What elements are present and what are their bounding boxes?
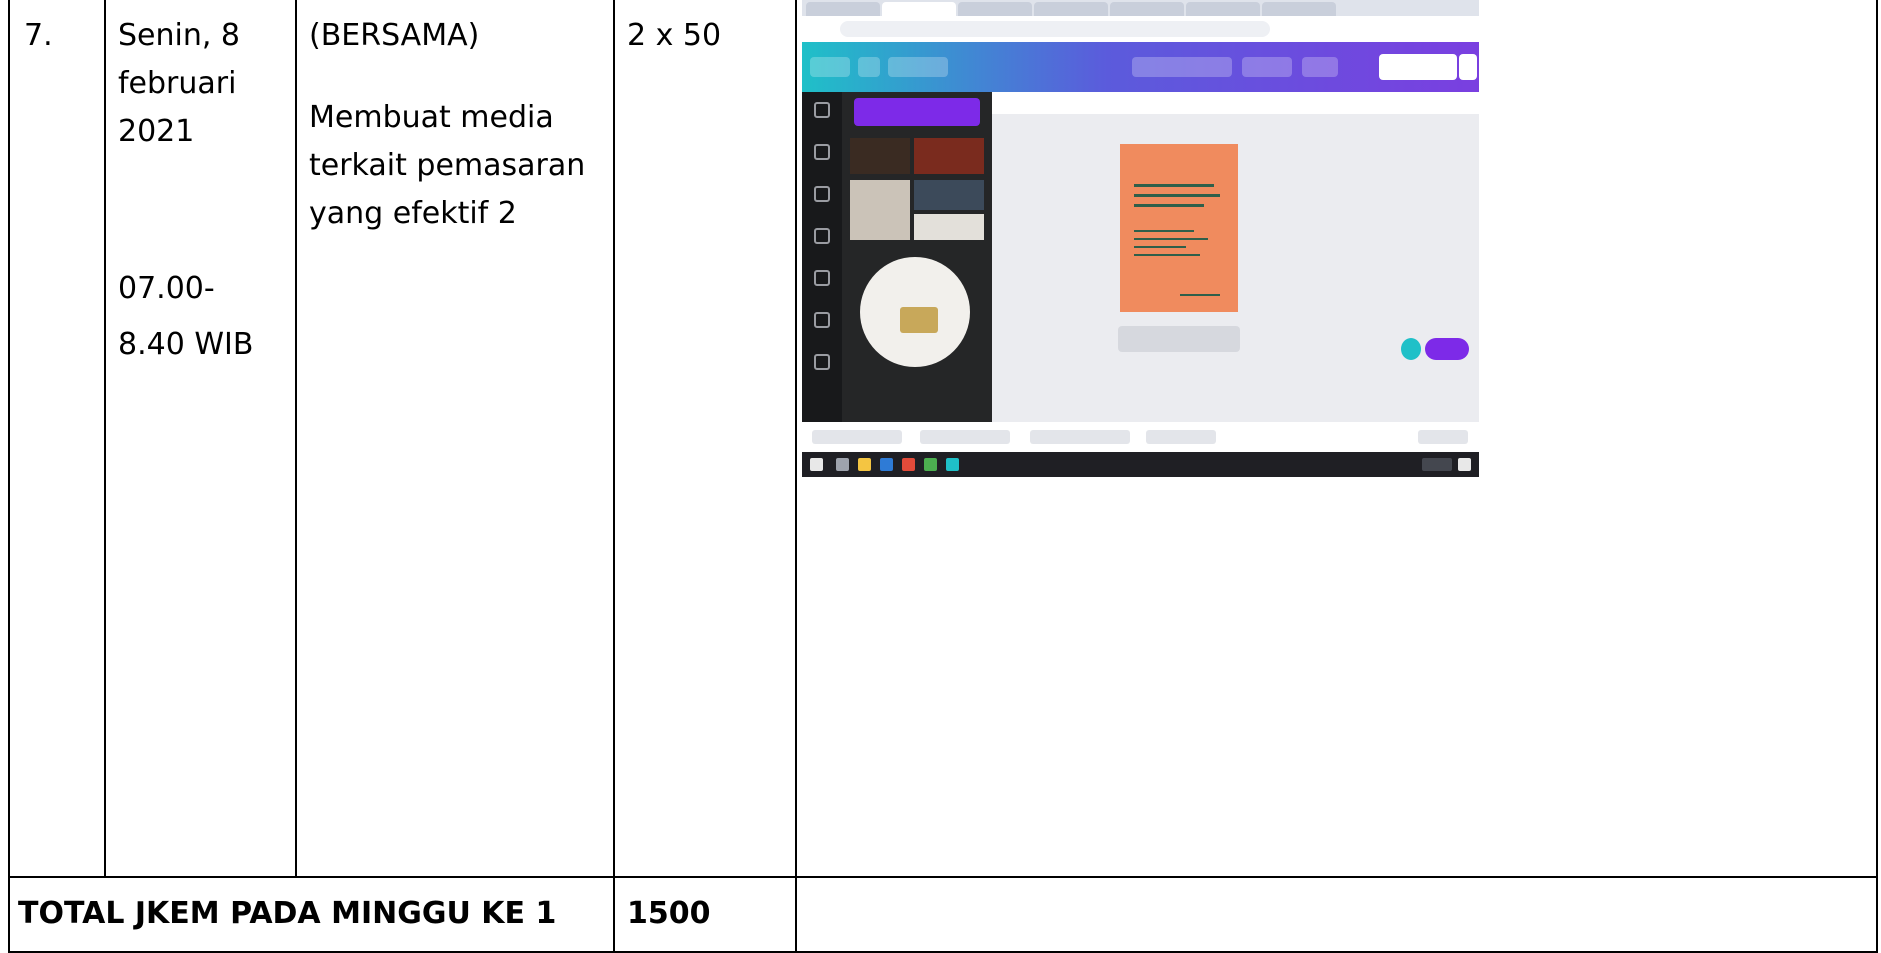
logo-badge-icon — [900, 307, 938, 333]
row-duration: 2 x 50 — [627, 18, 722, 53]
upload-media-icon — [854, 98, 980, 126]
help-icon — [1425, 338, 1469, 360]
table-col-divider-4 — [795, 0, 797, 953]
poster-preview — [1120, 144, 1238, 312]
row-number: 7. — [24, 18, 53, 53]
windows-taskbar — [802, 452, 1479, 477]
table-col-divider-2 — [295, 0, 297, 877]
total-label: TOTAL JKEM PADA MINGGU KE 1 — [18, 896, 557, 931]
row-time-line: 8.40 WIB — [118, 327, 254, 362]
row-date-line: februari — [118, 66, 237, 101]
canva-canvas-area — [992, 92, 1479, 422]
share-icon — [1379, 54, 1457, 80]
row-date-line: Senin, 8 — [118, 18, 241, 53]
row-date-line: 2021 — [118, 114, 195, 149]
row-time-line: 07.00- — [118, 271, 215, 306]
table-col-divider-1 — [104, 0, 106, 877]
zoom-indicator-icon — [1401, 338, 1421, 360]
add-page-icon — [1118, 326, 1240, 352]
chart-icon — [1180, 272, 1220, 296]
activity-desc-line: yang efektif 2 — [309, 196, 517, 231]
canva-header — [802, 42, 1479, 92]
activity-desc-line: Membuat media — [309, 100, 554, 135]
activity-mode: (BERSAMA) — [309, 18, 480, 53]
canva-side-rail — [802, 92, 842, 422]
browser-tab-strip — [802, 0, 1479, 16]
more-icon — [1459, 54, 1477, 80]
table-border-left — [8, 0, 10, 953]
table-border-right — [1876, 0, 1878, 953]
total-value: 1500 — [627, 896, 711, 931]
canva-uploads-panel — [842, 92, 992, 422]
windows-start-icon — [810, 458, 823, 471]
browser-address-bar — [802, 16, 1479, 42]
table-col-divider-3 — [613, 0, 615, 953]
documentation-screenshot — [802, 0, 1479, 477]
table-row-divider — [8, 876, 1878, 878]
activity-desc-line: terkait pemasaran — [309, 148, 586, 183]
downloads-bar — [802, 422, 1479, 452]
